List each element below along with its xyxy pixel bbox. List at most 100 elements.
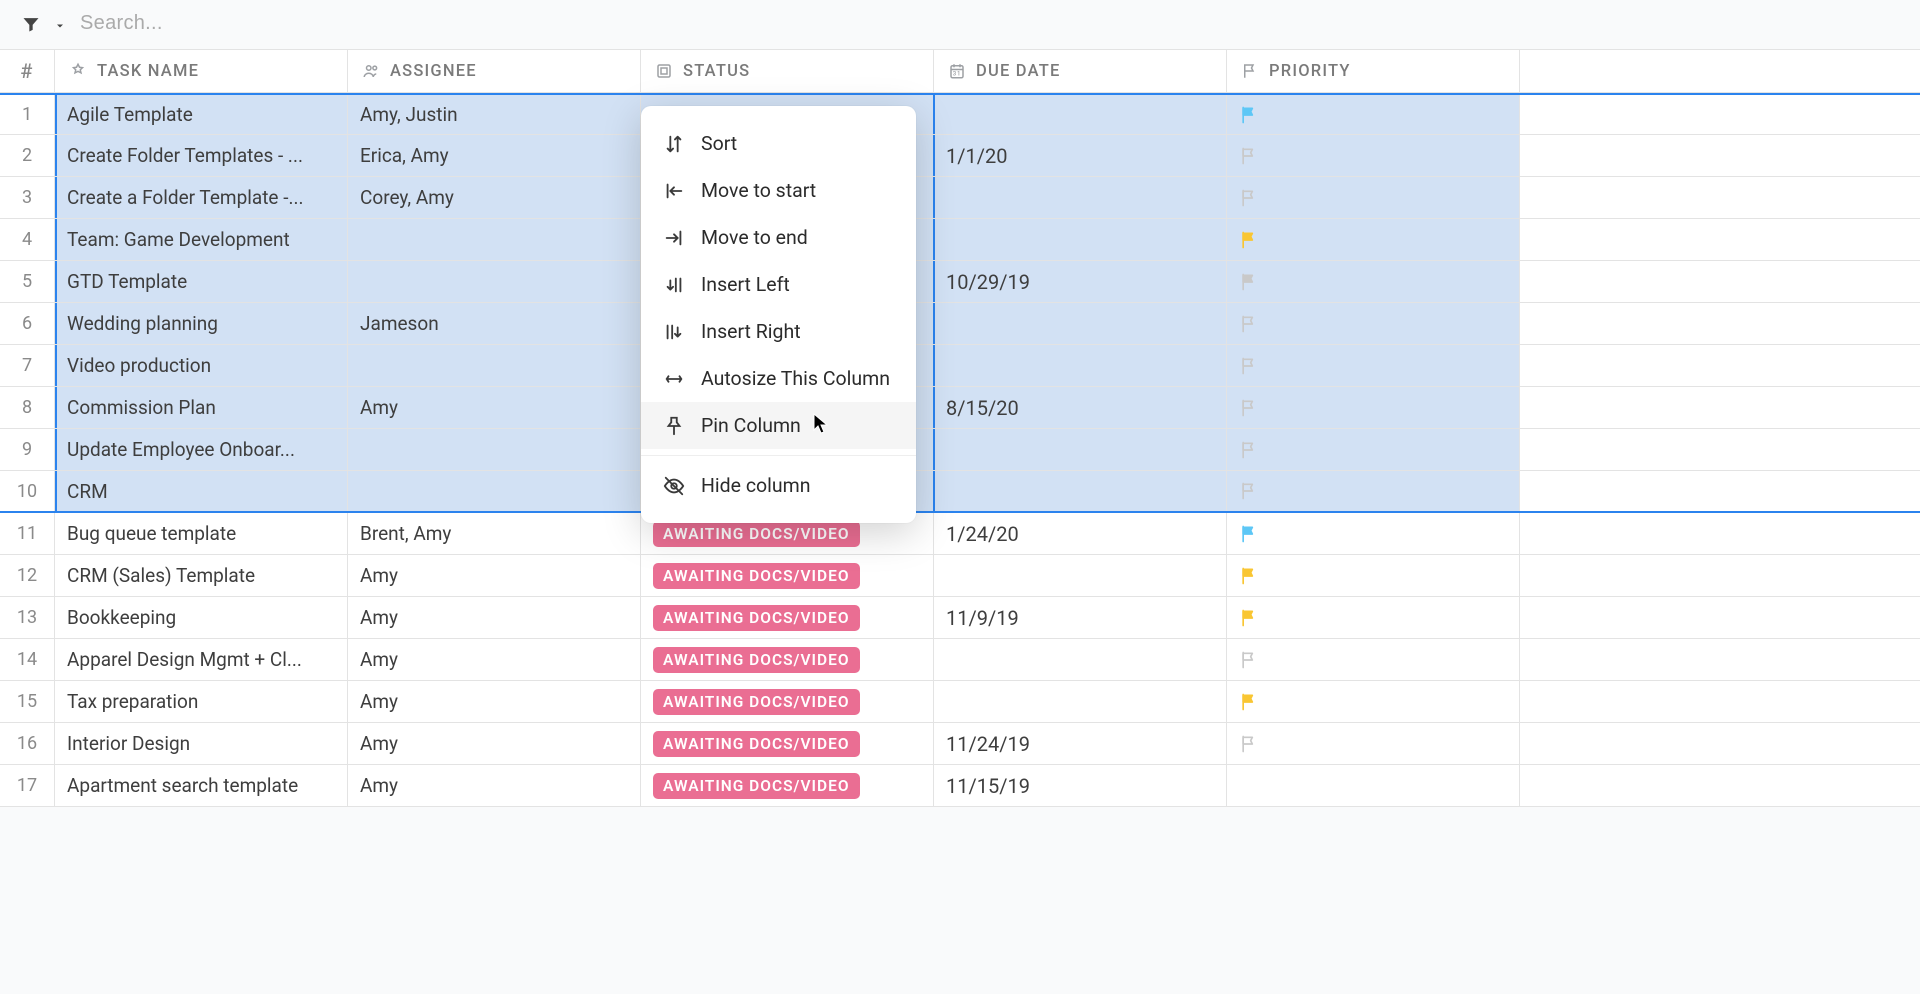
due-date-cell[interactable] bbox=[934, 681, 1227, 722]
column-header-priority[interactable]: PRIORITY bbox=[1227, 50, 1520, 92]
due-date-cell[interactable]: 1/1/20 bbox=[934, 135, 1227, 176]
due-date-cell[interactable] bbox=[934, 95, 1227, 134]
task-name-cell[interactable]: Bug queue template bbox=[55, 513, 348, 554]
priority-cell[interactable] bbox=[1227, 95, 1520, 134]
status-cell[interactable]: AWAITING DOCS/VIDEO bbox=[641, 639, 934, 680]
assignee-cell[interactable] bbox=[348, 219, 641, 260]
column-header-status[interactable]: STATUS bbox=[641, 50, 934, 92]
menu-item-insert-left[interactable]: Insert Left bbox=[641, 261, 916, 308]
column-header-assignee[interactable]: ASSIGNEE bbox=[348, 50, 641, 92]
assignee-cell[interactable]: Amy bbox=[348, 597, 641, 638]
table-row[interactable]: 8Commission PlanAmy8/15/20 bbox=[0, 387, 1920, 429]
task-name-cell[interactable]: Agile Template bbox=[55, 95, 348, 134]
priority-cell[interactable] bbox=[1227, 765, 1520, 806]
table-row[interactable]: 17Apartment search templateAmyAWAITING D… bbox=[0, 765, 1920, 807]
table-row[interactable]: 5GTD Template10/29/19 bbox=[0, 261, 1920, 303]
task-name-cell[interactable]: Tax preparation bbox=[55, 681, 348, 722]
due-date-cell[interactable]: 11/24/19 bbox=[934, 723, 1227, 764]
assignee-cell[interactable]: Amy bbox=[348, 681, 641, 722]
table-row[interactable]: 3Create a Folder Template -...Corey, Amy bbox=[0, 177, 1920, 219]
priority-cell[interactable] bbox=[1227, 681, 1520, 722]
due-date-cell[interactable] bbox=[934, 219, 1227, 260]
task-name-cell[interactable]: Commission Plan bbox=[55, 387, 348, 428]
table-row[interactable]: 16Interior DesignAmyAWAITING DOCS/VIDEO1… bbox=[0, 723, 1920, 765]
table-row[interactable]: 1Agile TemplateAmy, Justin bbox=[0, 93, 1920, 135]
due-date-cell[interactable] bbox=[934, 177, 1227, 218]
priority-cell[interactable] bbox=[1227, 639, 1520, 680]
task-name-cell[interactable]: CRM (Sales) Template bbox=[55, 555, 348, 596]
column-header-due-date[interactable]: 31 DUE DATE bbox=[934, 50, 1227, 92]
due-date-cell[interactable] bbox=[934, 639, 1227, 680]
priority-cell[interactable] bbox=[1227, 513, 1520, 554]
menu-item-insert-right[interactable]: Insert Right bbox=[641, 308, 916, 355]
filter-dropdown-caret[interactable] bbox=[54, 17, 68, 31]
assignee-cell[interactable]: Amy, Justin bbox=[348, 95, 641, 134]
task-name-cell[interactable]: Apartment search template bbox=[55, 765, 348, 806]
assignee-cell[interactable] bbox=[348, 261, 641, 302]
assignee-cell[interactable]: Amy bbox=[348, 639, 641, 680]
assignee-cell[interactable]: Erica, Amy bbox=[348, 135, 641, 176]
task-name-cell[interactable]: GTD Template bbox=[55, 261, 348, 302]
priority-cell[interactable] bbox=[1227, 723, 1520, 764]
assignee-cell[interactable]: Amy bbox=[348, 555, 641, 596]
search-input[interactable] bbox=[80, 12, 480, 35]
task-name-cell[interactable]: Wedding planning bbox=[55, 303, 348, 344]
priority-cell[interactable] bbox=[1227, 597, 1520, 638]
table-row[interactable]: 4Team: Game Development bbox=[0, 219, 1920, 261]
priority-cell[interactable] bbox=[1227, 177, 1520, 218]
assignee-cell[interactable] bbox=[348, 429, 641, 470]
task-name-cell[interactable]: Create Folder Templates - ... bbox=[55, 135, 348, 176]
status-cell[interactable]: AWAITING DOCS/VIDEO bbox=[641, 597, 934, 638]
table-row[interactable]: 9Update Employee Onboar... bbox=[0, 429, 1920, 471]
menu-item-pin-column[interactable]: Pin Column bbox=[641, 402, 916, 449]
filter-icon[interactable] bbox=[20, 13, 42, 35]
priority-cell[interactable] bbox=[1227, 471, 1520, 511]
column-header-task-name[interactable]: TASK NAME bbox=[55, 50, 348, 92]
status-cell[interactable]: AWAITING DOCS/VIDEO bbox=[641, 765, 934, 806]
due-date-cell[interactable] bbox=[934, 555, 1227, 596]
table-row[interactable]: 11Bug queue templateBrent, AmyAWAITING D… bbox=[0, 513, 1920, 555]
due-date-cell[interactable] bbox=[934, 345, 1227, 386]
due-date-cell[interactable] bbox=[934, 471, 1227, 511]
priority-cell[interactable] bbox=[1227, 387, 1520, 428]
task-name-cell[interactable]: Create a Folder Template -... bbox=[55, 177, 348, 218]
priority-cell[interactable] bbox=[1227, 345, 1520, 386]
column-header-number[interactable]: # bbox=[0, 50, 55, 92]
table-row[interactable]: 12CRM (Sales) TemplateAmyAWAITING DOCS/V… bbox=[0, 555, 1920, 597]
priority-cell[interactable] bbox=[1227, 219, 1520, 260]
task-name-cell[interactable]: Interior Design bbox=[55, 723, 348, 764]
menu-item-move-start[interactable]: Move to start bbox=[641, 167, 916, 214]
assignee-cell[interactable]: Jameson bbox=[348, 303, 641, 344]
due-date-cell[interactable] bbox=[934, 429, 1227, 470]
assignee-cell[interactable]: Amy bbox=[348, 723, 641, 764]
table-row[interactable]: 7Video production bbox=[0, 345, 1920, 387]
due-date-cell[interactable]: 8/15/20 bbox=[934, 387, 1227, 428]
task-name-cell[interactable]: Team: Game Development bbox=[55, 219, 348, 260]
table-row[interactable]: 6Wedding planningJameson bbox=[0, 303, 1920, 345]
assignee-cell[interactable] bbox=[348, 471, 641, 511]
menu-item-move-end[interactable]: Move to end bbox=[641, 214, 916, 261]
status-cell[interactable]: AWAITING DOCS/VIDEO bbox=[641, 681, 934, 722]
due-date-cell[interactable]: 11/15/19 bbox=[934, 765, 1227, 806]
status-cell[interactable]: AWAITING DOCS/VIDEO bbox=[641, 555, 934, 596]
assignee-cell[interactable]: Brent, Amy bbox=[348, 513, 641, 554]
menu-item-hide-column[interactable]: Hide column bbox=[641, 462, 916, 509]
priority-cell[interactable] bbox=[1227, 261, 1520, 302]
assignee-cell[interactable]: Amy bbox=[348, 765, 641, 806]
priority-cell[interactable] bbox=[1227, 429, 1520, 470]
assignee-cell[interactable]: Corey, Amy bbox=[348, 177, 641, 218]
task-name-cell[interactable]: CRM bbox=[55, 471, 348, 511]
table-row[interactable]: 10CRM bbox=[0, 471, 1920, 513]
table-row[interactable]: 13BookkeepingAmyAWAITING DOCS/VIDEO11/9/… bbox=[0, 597, 1920, 639]
task-name-cell[interactable]: Bookkeeping bbox=[55, 597, 348, 638]
due-date-cell[interactable]: 10/29/19 bbox=[934, 261, 1227, 302]
assignee-cell[interactable]: Amy bbox=[348, 387, 641, 428]
due-date-cell[interactable]: 1/24/20 bbox=[934, 513, 1227, 554]
task-name-cell[interactable]: Update Employee Onboar... bbox=[55, 429, 348, 470]
task-name-cell[interactable]: Video production bbox=[55, 345, 348, 386]
table-row[interactable]: 2Create Folder Templates - ...Erica, Amy… bbox=[0, 135, 1920, 177]
task-name-cell[interactable]: Apparel Design Mgmt + Cl... bbox=[55, 639, 348, 680]
table-row[interactable]: 14Apparel Design Mgmt + Cl...AmyAWAITING… bbox=[0, 639, 1920, 681]
due-date-cell[interactable]: 11/9/19 bbox=[934, 597, 1227, 638]
menu-item-sort[interactable]: Sort bbox=[641, 120, 916, 167]
